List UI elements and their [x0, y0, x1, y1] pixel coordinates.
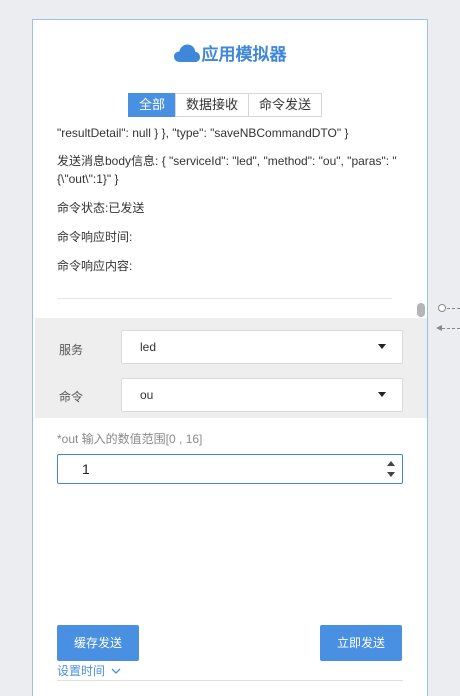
caret-down-icon [378, 344, 386, 349]
number-spinner[interactable] [386, 458, 396, 480]
log-divider [57, 298, 392, 299]
service-select[interactable]: led [121, 330, 403, 364]
value-range-hint: *out 输入的数值范围[0 , 16] [57, 432, 203, 446]
log-command-status: 命令状态:已发送 [57, 201, 145, 215]
log-result-detail: "resultDetail": null } }, "type": "saveN… [57, 126, 349, 140]
out-value-input[interactable]: 1 [57, 454, 403, 484]
cloud-icon [173, 44, 200, 62]
service-label: 服务 [59, 343, 84, 357]
log-scrollbar-thumb[interactable] [417, 303, 425, 317]
set-time-label: 设置时间 [57, 664, 106, 678]
set-time-toggle[interactable]: 设置时间 [57, 662, 121, 679]
service-value: led [140, 340, 157, 354]
cache-send-button[interactable]: 缓存发送 [57, 625, 139, 661]
tab-all[interactable]: 全部 [128, 93, 177, 117]
log-response-time: 命令响应时间: [57, 230, 133, 244]
log-send-body: 发送消息body信息: { "serviceId": "led", "metho… [57, 154, 397, 186]
spin-up-icon[interactable] [387, 461, 395, 466]
out-value: 1 [82, 461, 90, 477]
connector-dash-top [447, 308, 460, 309]
app-simulator-panel: 应用模拟器 全部 数据接收 命令发送 "resultDetail": null … [32, 19, 428, 696]
log-response-content: 命令响应内容: [57, 259, 133, 273]
tab-command-send[interactable]: 命令发送 [248, 93, 323, 117]
command-form: 服务 led 命令 ou [35, 318, 427, 418]
caret-down-icon [378, 392, 386, 397]
spin-down-icon[interactable] [387, 472, 395, 477]
header: 应用模拟器 [33, 40, 427, 65]
send-now-button[interactable]: 立即发送 [320, 625, 402, 661]
connector-dash-bottom [442, 328, 460, 329]
command-value: ou [140, 388, 154, 402]
chevron-down-icon [111, 668, 121, 674]
tab-bar: 全部 数据接收 命令发送 [128, 93, 323, 117]
app-title: 应用模拟器 [201, 45, 287, 64]
command-select[interactable]: ou [121, 378, 403, 412]
message-log: "resultDetail": null } }, "type": "saveN… [57, 124, 397, 286]
tab-data-receive[interactable]: 数据接收 [175, 93, 250, 117]
command-label: 命令 [59, 390, 84, 404]
connector-dot [438, 304, 446, 312]
footer-divider [57, 680, 403, 681]
